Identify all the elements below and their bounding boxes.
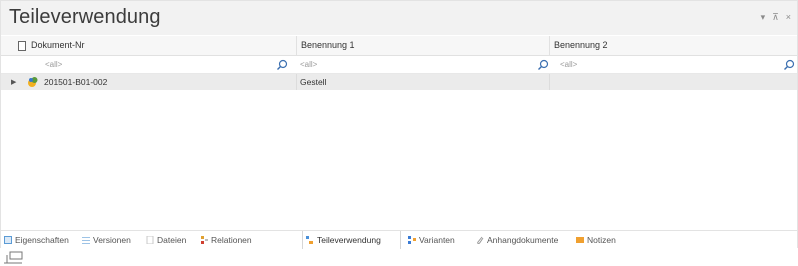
filter-value: <all> xyxy=(560,60,578,69)
tab-label: Versionen xyxy=(93,235,131,245)
tab-dateien[interactable]: Dateien xyxy=(143,231,193,249)
column-header-dokument-nr[interactable]: Dokument-Nr xyxy=(1,36,296,55)
tab-label: Eigenschaften xyxy=(15,235,69,245)
column-separator xyxy=(296,74,297,90)
bottom-tab-bar: Eigenschaften Versionen Dateien Relation… xyxy=(1,230,797,249)
where-used-panel: Teileverwendung ▾ ⊼ × Dokument-Nr Benenn… xyxy=(0,0,798,249)
tab-label: Notizen xyxy=(587,235,616,245)
versions-icon xyxy=(82,237,90,244)
tab-varianten[interactable]: Varianten xyxy=(405,231,467,249)
panel-titlebar: Teileverwendung ▾ ⊼ × xyxy=(1,1,797,35)
window-controls: ▾ ⊼ × xyxy=(761,12,791,23)
notes-icon xyxy=(576,237,584,243)
hierarchy-icon xyxy=(4,251,23,264)
filter-value: <all> xyxy=(300,60,318,69)
properties-icon xyxy=(4,236,12,244)
filter-cell-dokument-nr[interactable]: <all> xyxy=(45,56,288,73)
variants-icon xyxy=(408,236,416,244)
table-row[interactable]: ▶ 201501-B01-002 Gestell xyxy=(1,74,797,90)
search-icon[interactable] xyxy=(276,59,288,71)
relations-icon xyxy=(201,236,208,244)
grid-header: Dokument-Nr Benennung 1 Benennung 2 xyxy=(1,36,797,56)
attachment-icon xyxy=(477,236,484,244)
column-separator xyxy=(549,74,550,90)
tab-relationen[interactable]: Relationen xyxy=(197,231,299,249)
tab-label: Dateien xyxy=(157,235,187,245)
where-used-icon xyxy=(306,236,313,244)
search-icon[interactable] xyxy=(783,59,795,71)
cell-benennung-1: Gestell xyxy=(300,77,327,87)
files-icon xyxy=(146,236,154,244)
cell-dokument-nr: 201501-B01-002 xyxy=(44,77,108,87)
column-header-benennung-2[interactable]: Benennung 2 xyxy=(549,36,797,55)
dropdown-icon[interactable]: ▾ xyxy=(761,12,766,23)
search-icon[interactable] xyxy=(537,59,549,71)
panel-title: Teileverwendung xyxy=(9,6,161,28)
close-icon[interactable]: × xyxy=(786,12,791,23)
filter-value: <all> xyxy=(45,60,63,69)
tab-label: Anhangdokumente xyxy=(487,235,559,245)
tab-anhangdokumente[interactable]: Anhangdokumente xyxy=(473,231,567,249)
tab-notizen[interactable]: Notizen xyxy=(573,231,633,249)
tab-eigenschaften[interactable]: Eigenschaften xyxy=(1,231,73,249)
expand-arrow-icon[interactable]: ▶ xyxy=(11,78,16,86)
part-icon xyxy=(28,77,38,87)
tab-versionen[interactable]: Versionen xyxy=(79,231,139,249)
tab-label: Varianten xyxy=(419,235,455,245)
filter-row: <all> <all> <all> xyxy=(1,56,797,74)
filter-cell-benennung-2[interactable]: <all> xyxy=(560,56,795,73)
tab-label: Teileverwendung xyxy=(317,235,381,245)
column-header-benennung-1[interactable]: Benennung 1 xyxy=(296,36,549,55)
tab-label: Relationen xyxy=(211,235,252,245)
pin-icon[interactable]: ⊼ xyxy=(772,12,779,23)
filter-cell-benennung-1[interactable]: <all> xyxy=(300,56,549,73)
tab-teileverwendung[interactable]: Teileverwendung xyxy=(302,231,401,249)
